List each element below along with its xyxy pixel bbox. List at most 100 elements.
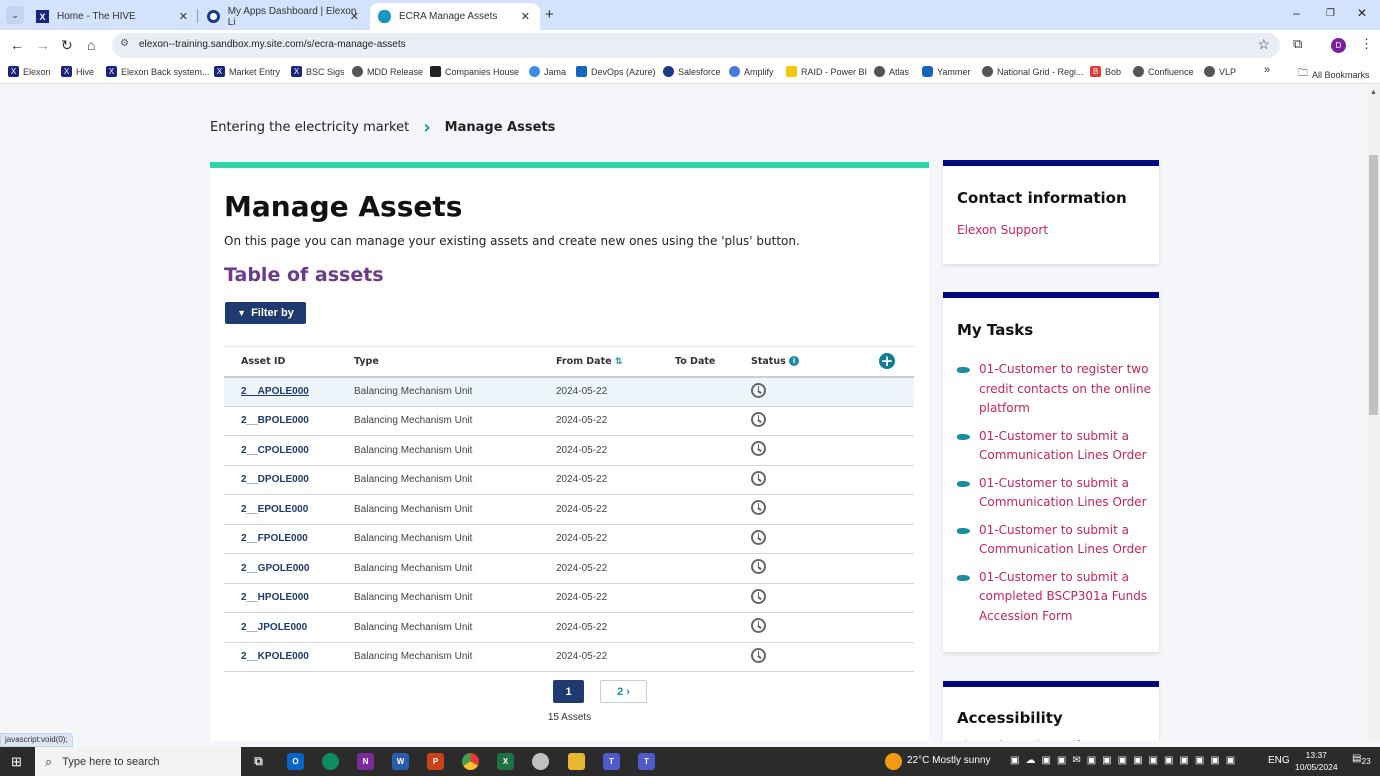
forward-icon[interactable]: →: [36, 37, 50, 53]
tab-my-apps[interactable]: My Apps Dashboard | Elexon Li ✕: [199, 3, 369, 30]
task-link[interactable]: 01-Customer to submit a Communication Li…: [979, 474, 1152, 513]
taskbar-clock[interactable]: 13:37 10/05/2024: [1295, 749, 1338, 773]
bookmark-item[interactable]: RAID - Power BI: [786, 66, 867, 77]
col-asset-id[interactable]: Asset ID: [224, 346, 354, 378]
page-2-button[interactable]: 2 ›: [600, 680, 647, 703]
asset-id-link[interactable]: 2__KPOLE000: [241, 651, 309, 662]
task-item[interactable]: 01-Customer to submit a Communication Li…: [957, 521, 1152, 560]
snipping-tool-icon[interactable]: [532, 753, 549, 770]
minimize-icon[interactable]: –: [1293, 6, 1300, 20]
window-close-icon[interactable]: ✕: [1357, 6, 1367, 20]
asset-id-link[interactable]: 2__EPOLE000: [241, 504, 308, 515]
close-icon[interactable]: ✕: [521, 10, 530, 23]
bookmark-item[interactable]: X Hive: [61, 66, 94, 77]
task-item[interactable]: 01-Customer to register two credit conta…: [957, 360, 1152, 419]
outlook-icon[interactable]: O: [287, 753, 304, 770]
asset-id-link[interactable]: 2__HPOLE000: [241, 592, 309, 603]
bookmark-item[interactable]: Salesforce: [663, 66, 721, 77]
restore-icon[interactable]: ❐: [1326, 8, 1335, 19]
sort-icon[interactable]: ⇅: [615, 357, 623, 367]
asset-id-link[interactable]: 2__GPOLE000: [241, 563, 309, 574]
profile-avatar[interactable]: D: [1331, 38, 1346, 53]
bookmark-item[interactable]: Confluence: [1133, 66, 1194, 77]
edge-icon[interactable]: [322, 753, 339, 770]
bookmark-item[interactable]: X Market Entry: [214, 66, 280, 77]
col-from-date[interactable]: From Date ⇅: [556, 346, 675, 378]
close-icon[interactable]: ✕: [179, 10, 188, 23]
task-item[interactable]: 01-Customer to submit a completed BSCP30…: [957, 568, 1152, 627]
bookmark-item[interactable]: Jama: [529, 66, 566, 77]
asset-id-cell: 2__HPOLE000: [224, 583, 354, 613]
extensions-icon[interactable]: ⧉: [1293, 36, 1302, 52]
more-bookmarks-icon[interactable]: »: [1264, 64, 1270, 76]
excel-icon[interactable]: X: [497, 753, 514, 770]
elexon-support-link[interactable]: Elexon Support: [957, 223, 1048, 237]
task-link[interactable]: 01-Customer to submit a Communication Li…: [979, 427, 1152, 466]
tab-search-dropdown[interactable]: ⌄: [6, 6, 24, 24]
bookmark-item[interactable]: Atlas: [874, 66, 909, 77]
breadcrumb-parent-link[interactable]: Entering the electricity market: [210, 120, 409, 135]
site-settings-icon[interactable]: ⚙: [120, 38, 129, 49]
bookmark-item[interactable]: National Grid - Regi...: [982, 66, 1084, 77]
onenote-icon[interactable]: N: [357, 753, 374, 770]
task-link[interactable]: 01-Customer to register two credit conta…: [979, 360, 1152, 419]
asset-id-link[interactable]: 2__CPOLE000: [241, 445, 309, 456]
add-asset-plus-icon[interactable]: +: [879, 353, 895, 370]
tab-home-hive[interactable]: X Home - The HIVE ✕: [28, 3, 198, 30]
task-view-icon[interactable]: ⧉: [250, 753, 267, 770]
back-icon[interactable]: ←: [10, 37, 24, 53]
taskbar-search-input[interactable]: ⌕ Type here to search: [35, 747, 241, 776]
language-indicator[interactable]: ENG: [1268, 755, 1290, 766]
bookmark-item[interactable]: X Elexon Back system...: [106, 66, 210, 77]
bookmark-item[interactable]: B Bob: [1090, 66, 1121, 77]
col-type[interactable]: Type: [354, 346, 556, 378]
asset-id-link[interactable]: 2__FPOLE000: [241, 533, 308, 544]
weather-icon[interactable]: [885, 753, 902, 770]
new-tab-icon[interactable]: +: [545, 6, 554, 23]
page-1-button[interactable]: 1: [553, 680, 584, 703]
asset-id-link[interactable]: 2__BPOLE000: [241, 415, 309, 426]
bookmark-item[interactable]: Companies House: [430, 66, 519, 77]
windows-start-icon[interactable]: ⊞: [11, 754, 22, 770]
col-status[interactable]: Status i: [751, 346, 861, 378]
asset-id-link[interactable]: 2__APOLE000: [241, 386, 309, 397]
reload-icon[interactable]: ↻: [61, 37, 73, 54]
task-link[interactable]: 01-Customer to submit a Communication Li…: [979, 521, 1152, 560]
bookmark-item[interactable]: VLP: [1204, 66, 1236, 77]
bookmark-item[interactable]: X BSC Sigs: [291, 66, 345, 77]
asset-id-link[interactable]: 2__DPOLE000: [241, 474, 309, 485]
url-input[interactable]: ⚙ elexon--training.sandbox.my.site.com/s…: [112, 33, 1280, 58]
bookmark-item[interactable]: Yammer: [922, 66, 970, 77]
filter-by-button[interactable]: ▼ Filter by: [225, 302, 306, 324]
page-scrollbar[interactable]: ▲: [1367, 85, 1380, 741]
notifications-icon[interactable]: ▤23: [1352, 753, 1371, 766]
tab-ecra-manage-assets[interactable]: ECRA Manage Assets ✕: [370, 3, 540, 30]
file-explorer-icon[interactable]: [568, 753, 585, 770]
col-to-date[interactable]: To Date: [675, 346, 751, 378]
powerpoint-icon[interactable]: P: [427, 753, 444, 770]
table-row: 2__CPOLE000 Balancing Mechanism Unit 202…: [224, 435, 914, 466]
task-link[interactable]: 01-Customer to submit a completed BSCP30…: [979, 568, 1152, 627]
chrome-icon[interactable]: [462, 753, 479, 770]
teams-notification-icon[interactable]: T: [638, 753, 655, 770]
task-item[interactable]: 01-Customer to submit a Communication Li…: [957, 474, 1152, 513]
menu-kebab-icon[interactable]: ⋮: [1360, 36, 1373, 52]
system-tray-icons[interactable]: ▣☁▣▣✉▣▣▣▣▣▣▣▣▣▣: [1010, 755, 1241, 766]
home-icon[interactable]: ⌂: [87, 37, 95, 53]
task-item[interactable]: 01-Customer to submit a Communication Li…: [957, 427, 1152, 466]
bookmark-item[interactable]: Amplify: [729, 66, 774, 77]
teams-icon[interactable]: T: [603, 753, 620, 770]
scroll-up-icon[interactable]: ▲: [1370, 89, 1377, 96]
page-intro: On this page you can manage your existin…: [224, 234, 800, 248]
bookmark-star-icon[interactable]: ☆: [1257, 36, 1270, 53]
scrollbar-thumb[interactable]: [1369, 155, 1378, 415]
info-icon[interactable]: i: [789, 356, 800, 367]
close-icon[interactable]: ✕: [350, 10, 359, 23]
asset-id-link[interactable]: 2__JPOLE000: [241, 622, 307, 633]
all-bookmarks[interactable]: 🗀 All Bookmarks: [1298, 66, 1370, 83]
bookmark-item[interactable]: X Elexon: [8, 66, 51, 77]
bookmark-item[interactable]: DevOps (Azure): [576, 66, 656, 77]
word-icon[interactable]: W: [392, 753, 409, 770]
weather-text[interactable]: 22°C Mostly sunny: [907, 755, 990, 766]
bookmark-item[interactable]: MDD Release: [352, 66, 423, 77]
